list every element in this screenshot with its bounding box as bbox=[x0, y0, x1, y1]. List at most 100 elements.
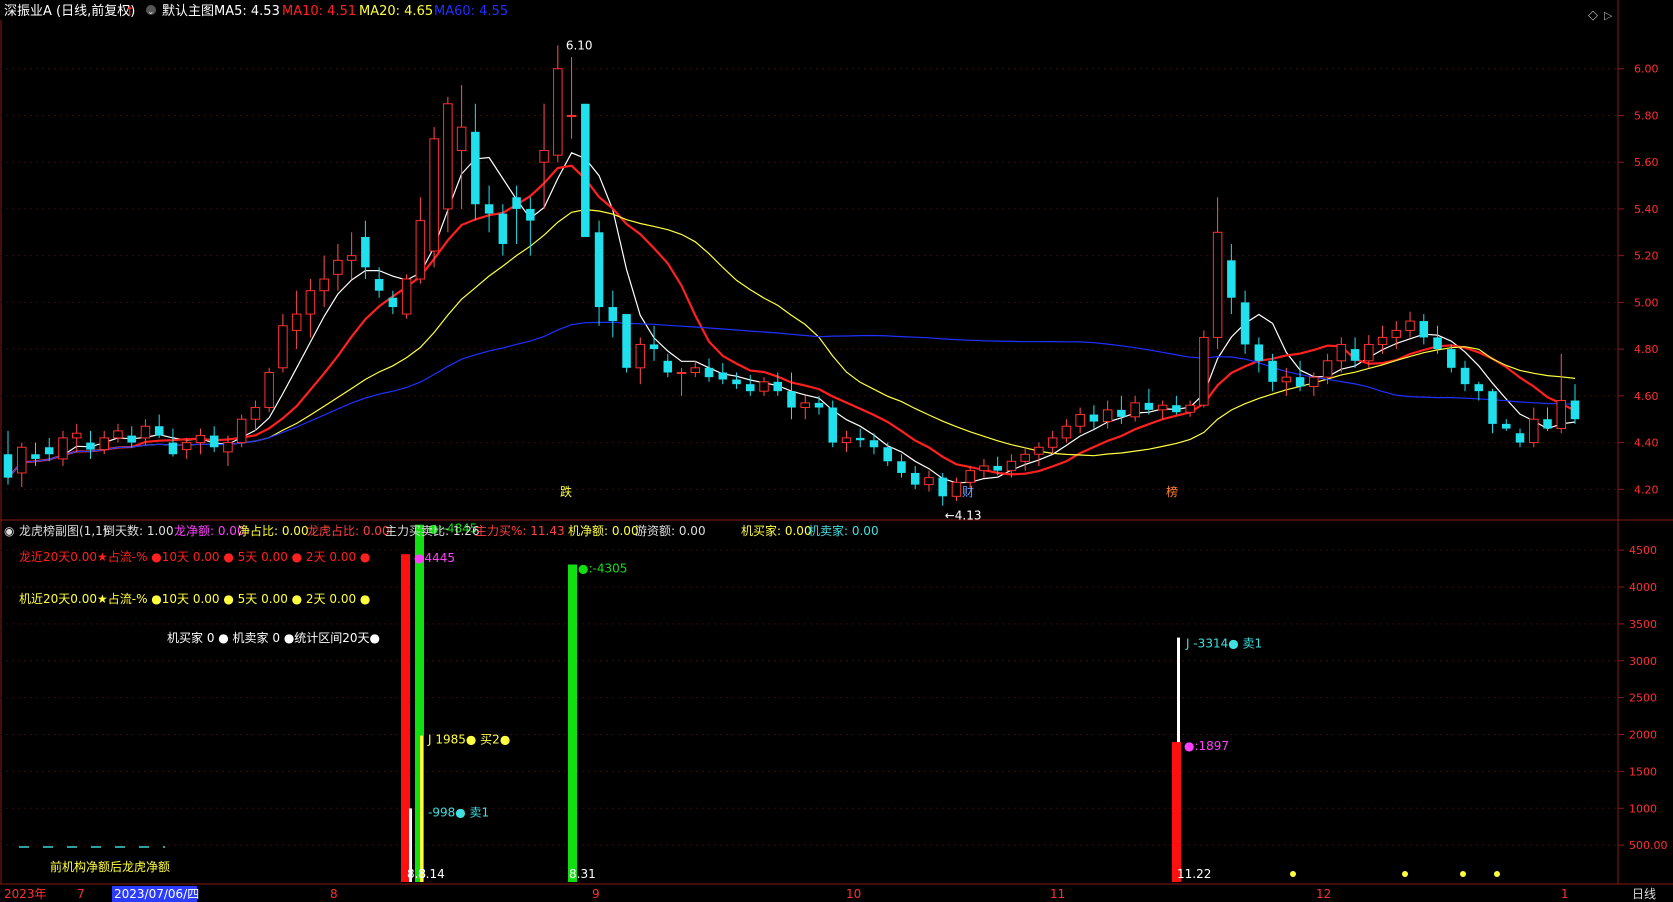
candle-up[interactable] bbox=[1281, 376, 1292, 383]
candle-down[interactable] bbox=[1433, 337, 1442, 350]
candle-down[interactable] bbox=[855, 437, 865, 441]
candle-down[interactable] bbox=[1570, 400, 1580, 420]
candle-down[interactable] bbox=[649, 344, 659, 350]
lhb-bar[interactable] bbox=[1172, 742, 1181, 882]
candle-down[interactable] bbox=[209, 435, 219, 448]
candle-up[interactable] bbox=[291, 313, 302, 331]
candle-down[interactable] bbox=[1460, 367, 1470, 385]
triangle-right-icon[interactable]: ▷ bbox=[1604, 9, 1613, 22]
candle-up[interactable] bbox=[429, 138, 439, 252]
candle-up[interactable] bbox=[979, 465, 989, 472]
candle-down[interactable] bbox=[484, 204, 494, 214]
candle-up[interactable] bbox=[800, 402, 811, 409]
candle-up[interactable] bbox=[58, 437, 68, 460]
candle-down[interactable] bbox=[1089, 414, 1099, 422]
candle-down[interactable] bbox=[869, 440, 879, 448]
candle-down[interactable] bbox=[1117, 409, 1126, 417]
candle-up[interactable] bbox=[1047, 437, 1058, 448]
candle-down[interactable] bbox=[3, 454, 13, 478]
candle-down[interactable] bbox=[1254, 344, 1264, 361]
lhb-bar[interactable] bbox=[401, 554, 410, 882]
candle-up[interactable] bbox=[539, 150, 549, 163]
candle-up[interactable] bbox=[759, 381, 769, 392]
candle-up[interactable] bbox=[181, 442, 192, 451]
stock-title[interactable]: 深振业A (日线,前复权) bbox=[4, 3, 135, 19]
candle-up[interactable] bbox=[16, 446, 27, 474]
candle-up[interactable] bbox=[676, 371, 687, 374]
candle-down[interactable] bbox=[471, 131, 480, 205]
candle-down[interactable] bbox=[127, 435, 136, 443]
candle-up[interactable] bbox=[346, 255, 357, 261]
candle-up[interactable] bbox=[113, 430, 123, 439]
candle-down[interactable] bbox=[1268, 360, 1277, 382]
candle-up[interactable] bbox=[1185, 404, 1195, 413]
candle-up[interactable] bbox=[1309, 376, 1319, 387]
sub-panel-circle-icon[interactable]: ◉ bbox=[4, 524, 14, 538]
candle-down[interactable] bbox=[622, 314, 631, 368]
candle-down[interactable] bbox=[938, 477, 947, 497]
candle-down[interactable] bbox=[498, 213, 508, 244]
candle-down[interactable] bbox=[910, 472, 920, 485]
candle-up[interactable] bbox=[456, 126, 467, 152]
lhb-bar[interactable] bbox=[568, 564, 577, 882]
candle-down[interactable] bbox=[1543, 419, 1552, 429]
lhb-bar[interactable] bbox=[420, 735, 423, 882]
candle-down[interactable] bbox=[608, 307, 618, 322]
candle-down[interactable] bbox=[1447, 349, 1456, 368]
candle-up[interactable] bbox=[401, 278, 412, 315]
candle-down[interactable] bbox=[1515, 433, 1525, 443]
candle-up[interactable] bbox=[99, 437, 109, 451]
candle-down[interactable] bbox=[883, 447, 892, 462]
candle-down[interactable] bbox=[1488, 391, 1497, 424]
candle-up[interactable] bbox=[1391, 329, 1402, 338]
candle-down[interactable] bbox=[704, 367, 714, 378]
candle-up[interactable] bbox=[415, 220, 426, 280]
candle-up[interactable] bbox=[264, 371, 274, 409]
candle-up[interactable] bbox=[635, 343, 646, 369]
candle-down[interactable] bbox=[31, 454, 40, 459]
event-marker[interactable]: 跌 bbox=[560, 484, 572, 499]
candle-up[interactable] bbox=[1130, 402, 1140, 418]
candle-up[interactable] bbox=[566, 114, 577, 117]
candle-up[interactable] bbox=[236, 418, 247, 444]
candle-down[interactable] bbox=[1419, 321, 1429, 338]
candle-up[interactable] bbox=[1102, 409, 1113, 423]
candle-down[interactable] bbox=[374, 279, 384, 291]
candle-up[interactable] bbox=[223, 442, 233, 453]
candle-down[interactable] bbox=[746, 384, 755, 392]
candle-up[interactable] bbox=[1157, 404, 1168, 411]
template-name[interactable]: 默认主图 bbox=[162, 3, 214, 19]
candle-up[interactable] bbox=[278, 325, 288, 369]
candle-up[interactable] bbox=[250, 407, 261, 420]
candle-up[interactable] bbox=[965, 470, 975, 483]
candle-up[interactable] bbox=[1061, 425, 1072, 439]
candle-down[interactable] bbox=[663, 360, 673, 373]
candle-down[interactable] bbox=[581, 103, 590, 237]
candle-up[interactable] bbox=[553, 68, 563, 156]
candle-up[interactable] bbox=[333, 259, 343, 275]
candle-down[interactable] bbox=[168, 442, 178, 455]
candle-up[interactable] bbox=[1405, 320, 1415, 331]
candle-up[interactable] bbox=[1075, 414, 1085, 427]
candle-up[interactable] bbox=[305, 290, 316, 315]
candle-down[interactable] bbox=[1502, 423, 1511, 429]
stock-chart[interactable]: 6.00 5.80 5.60 5.40 5.20 5.00 4.80 4.60 4.40 4.20… bbox=[0, 0, 1673, 902]
candle-down[interactable] bbox=[1474, 384, 1484, 392]
candle-down[interactable] bbox=[154, 426, 164, 436]
candle-down[interactable] bbox=[594, 232, 604, 308]
candle-down[interactable] bbox=[897, 461, 906, 473]
candle-up[interactable] bbox=[1322, 360, 1333, 378]
candle-up[interactable] bbox=[1006, 460, 1017, 472]
candle-down[interactable] bbox=[1172, 405, 1181, 413]
candle-up[interactable] bbox=[71, 432, 82, 439]
candle-down[interactable] bbox=[1144, 402, 1154, 410]
candle-up[interactable] bbox=[841, 437, 852, 444]
candle-down[interactable] bbox=[526, 208, 535, 221]
candle-down[interactable] bbox=[773, 381, 783, 392]
candle-down[interactable] bbox=[388, 297, 398, 308]
candle-up[interactable] bbox=[1212, 231, 1223, 338]
candle-down[interactable] bbox=[1350, 349, 1360, 361]
time-cursor-date[interactable]: 2023/07/06/四 bbox=[114, 887, 199, 901]
candle-down[interactable] bbox=[1227, 260, 1236, 298]
candle-up[interactable] bbox=[951, 481, 962, 497]
